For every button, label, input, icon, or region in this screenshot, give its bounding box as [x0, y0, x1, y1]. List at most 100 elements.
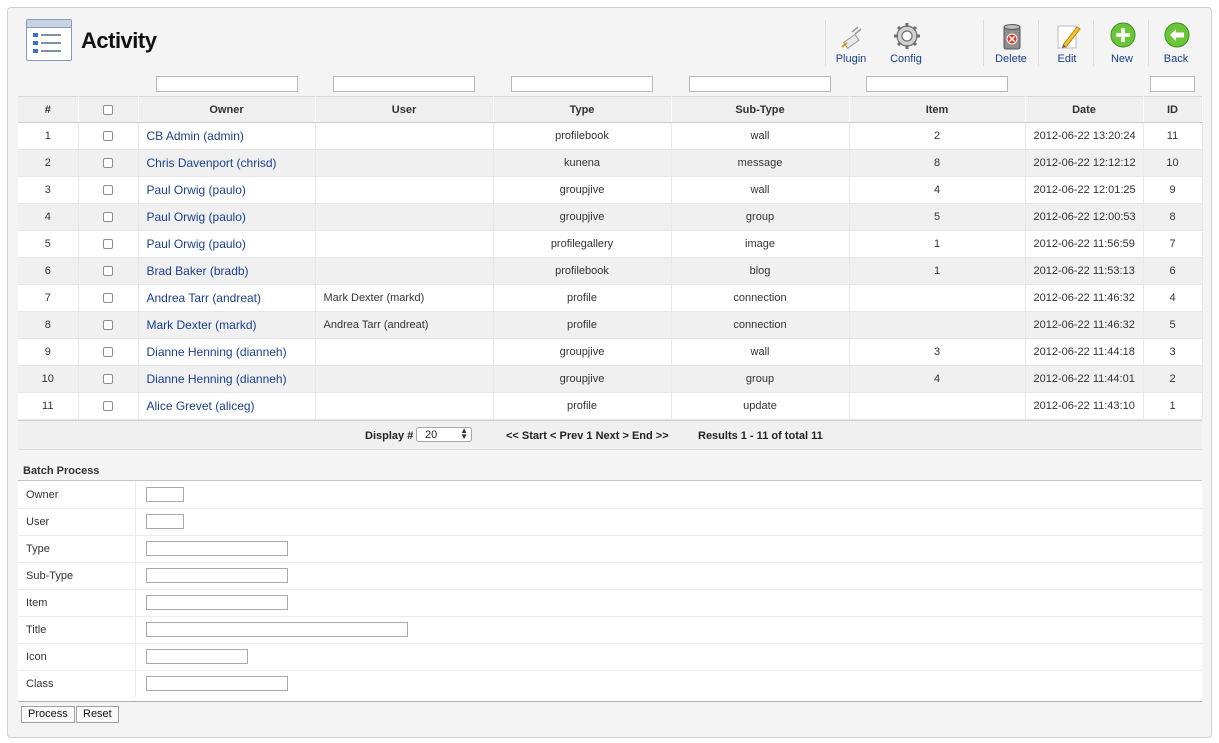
row-number: 11 — [18, 392, 79, 420]
owner-link[interactable]: Chris Davenport (chrisd) — [147, 156, 277, 170]
process-button[interactable]: Process — [21, 706, 75, 723]
config-button[interactable]: Config — [881, 18, 931, 70]
row-number: 5 — [18, 230, 79, 258]
type-cell: profile — [493, 392, 672, 420]
owner-filter-input[interactable] — [155, 76, 298, 92]
col-header-user[interactable]: User — [315, 96, 494, 123]
col-header-type[interactable]: Type — [493, 96, 672, 123]
col-header-item[interactable]: Item — [849, 96, 1026, 123]
batch-title-input[interactable] — [146, 622, 408, 637]
table-row[interactable]: 8 Mark Dexter (markd) Andrea Tarr (andreat… — [18, 311, 1203, 339]
row-checkbox[interactable] — [103, 401, 113, 412]
col-header-subtype[interactable]: Sub-Type — [671, 96, 850, 123]
display-count-select[interactable]: 20 ▲ ▼ — [416, 427, 472, 442]
row-select-cell[interactable] — [78, 392, 139, 420]
col-header-num[interactable]: # — [18, 96, 79, 123]
batch-user-input[interactable] — [146, 514, 184, 529]
row-number: 10 — [18, 365, 79, 393]
item-cell: 3 — [849, 338, 1026, 366]
row-select-cell[interactable] — [78, 284, 139, 312]
row-select-cell[interactable] — [78, 149, 139, 177]
row-select-cell[interactable] — [78, 311, 139, 339]
type-filter-input[interactable] — [511, 76, 653, 92]
row-checkbox[interactable] — [103, 239, 113, 250]
col-header-id[interactable]: ID — [1143, 96, 1203, 123]
table-row[interactable]: 2 Chris Davenport (chrisd) kunena message 8 2… — [18, 149, 1203, 177]
batch-owner-input[interactable] — [146, 487, 184, 502]
table-row[interactable]: 4 Paul Orwig (paulo) groupjive group 5 2012-0… — [18, 203, 1203, 231]
reset-button[interactable]: Reset — [76, 706, 119, 723]
item-filter-input[interactable] — [866, 76, 1008, 92]
batch-icon-input[interactable] — [146, 649, 248, 664]
owner-link[interactable]: Andrea Tarr (andreat) — [147, 291, 262, 305]
id-filter-input[interactable] — [1150, 76, 1195, 92]
row-select-cell[interactable] — [78, 338, 139, 366]
batch-item-input[interactable] — [146, 595, 288, 610]
owner-cell: Dianne Henning (dianneh) — [138, 365, 316, 393]
date-cell: 2012-06-22 11:46:32 — [1025, 284, 1144, 312]
batch-subtype-input[interactable] — [146, 568, 288, 583]
batch-label-type: Type — [26, 543, 50, 555]
table-row[interactable]: 10 Dianne Henning (dianneh) groupjive group… — [18, 365, 1203, 393]
id-cell: 8 — [1143, 203, 1203, 231]
item-cell — [849, 392, 1026, 420]
type-cell: groupjive — [493, 338, 672, 366]
row-checkbox[interactable] — [103, 158, 113, 169]
owner-link[interactable]: Mark Dexter (markd) — [147, 318, 257, 332]
table-row[interactable]: 1 CB Admin (admin) profilebook wall 2 2012-06… — [18, 122, 1203, 150]
owner-link[interactable]: Paul Orwig (paulo) — [147, 183, 246, 197]
row-checkbox[interactable] — [103, 131, 113, 142]
row-checkbox[interactable] — [103, 212, 113, 223]
back-button[interactable]: Back — [1151, 18, 1201, 70]
table-row[interactable]: 9 Dianne Henning (dianneh) groupjive wall 3 2… — [18, 338, 1203, 366]
col-header-select-all[interactable] — [78, 96, 139, 123]
select-all-checkbox[interactable] — [103, 104, 113, 115]
table-row[interactable]: 11 Alice Grevet (aliceg) profile update 2012… — [18, 392, 1203, 420]
row-checkbox[interactable] — [103, 266, 113, 277]
row-checkbox[interactable] — [103, 347, 113, 358]
table-row[interactable]: 3 Paul Orwig (paulo) groupjive wall 4 2012-06… — [18, 176, 1203, 204]
delete-label: Delete — [995, 53, 1027, 65]
table-row[interactable]: 5 Paul Orwig (paulo) profilegallery image 1 2… — [18, 230, 1203, 258]
user-filter-input[interactable] — [333, 76, 475, 92]
owner-link[interactable]: Dianne Henning (dianneh) — [147, 345, 287, 359]
user-cell — [315, 149, 494, 177]
owner-link[interactable]: Paul Orwig (paulo) — [147, 237, 246, 251]
owner-link[interactable]: CB Admin (admin) — [147, 129, 244, 143]
row-checkbox[interactable] — [103, 185, 113, 196]
row-select-cell[interactable] — [78, 257, 139, 285]
owner-link[interactable]: Brad Baker (bradb) — [147, 264, 249, 278]
results-count: Results 1 - 11 of total 11 — [698, 430, 823, 442]
row-checkbox[interactable] — [103, 374, 113, 385]
col-header-owner[interactable]: Owner — [138, 96, 316, 123]
edit-button[interactable]: Edit — [1042, 18, 1092, 70]
owner-link[interactable]: Alice Grevet (aliceg) — [147, 399, 255, 413]
subtype-cell: connection — [671, 311, 850, 339]
table-row[interactable]: 6 Brad Baker (bradb) profilebook blog 1 2012-… — [18, 257, 1203, 285]
batch-process-form: Owner User Type Sub-Type Item Title Icon… — [18, 480, 1202, 702]
subtype-filter-input[interactable] — [689, 76, 831, 92]
display-count-value: 20 — [425, 429, 438, 441]
item-cell: 1 — [849, 230, 1026, 258]
owner-link[interactable]: Paul Orwig (paulo) — [147, 210, 246, 224]
new-button[interactable]: New — [1097, 18, 1147, 70]
pagination-nav[interactable]: << Start < Prev 1 Next > End >> — [506, 430, 669, 442]
user-cell — [315, 230, 494, 258]
row-checkbox[interactable] — [103, 293, 113, 304]
id-cell: 1 — [1143, 392, 1203, 420]
delete-button[interactable]: Delete — [986, 18, 1036, 70]
row-checkbox[interactable] — [103, 320, 113, 331]
col-header-date[interactable]: Date — [1025, 96, 1144, 123]
row-select-cell[interactable] — [78, 230, 139, 258]
id-cell: 9 — [1143, 176, 1203, 204]
owner-link[interactable]: Dianne Henning (dianneh) — [147, 372, 287, 386]
row-select-cell[interactable] — [78, 176, 139, 204]
back-arrow-icon — [1164, 22, 1190, 48]
plugin-button[interactable]: Plugin — [826, 18, 876, 70]
batch-type-input[interactable] — [146, 541, 288, 556]
table-row[interactable]: 7 Andrea Tarr (andreat) Mark Dexter (markd… — [18, 284, 1203, 312]
row-select-cell[interactable] — [78, 122, 139, 150]
row-select-cell[interactable] — [78, 203, 139, 231]
row-select-cell[interactable] — [78, 365, 139, 393]
batch-class-input[interactable] — [146, 676, 288, 691]
